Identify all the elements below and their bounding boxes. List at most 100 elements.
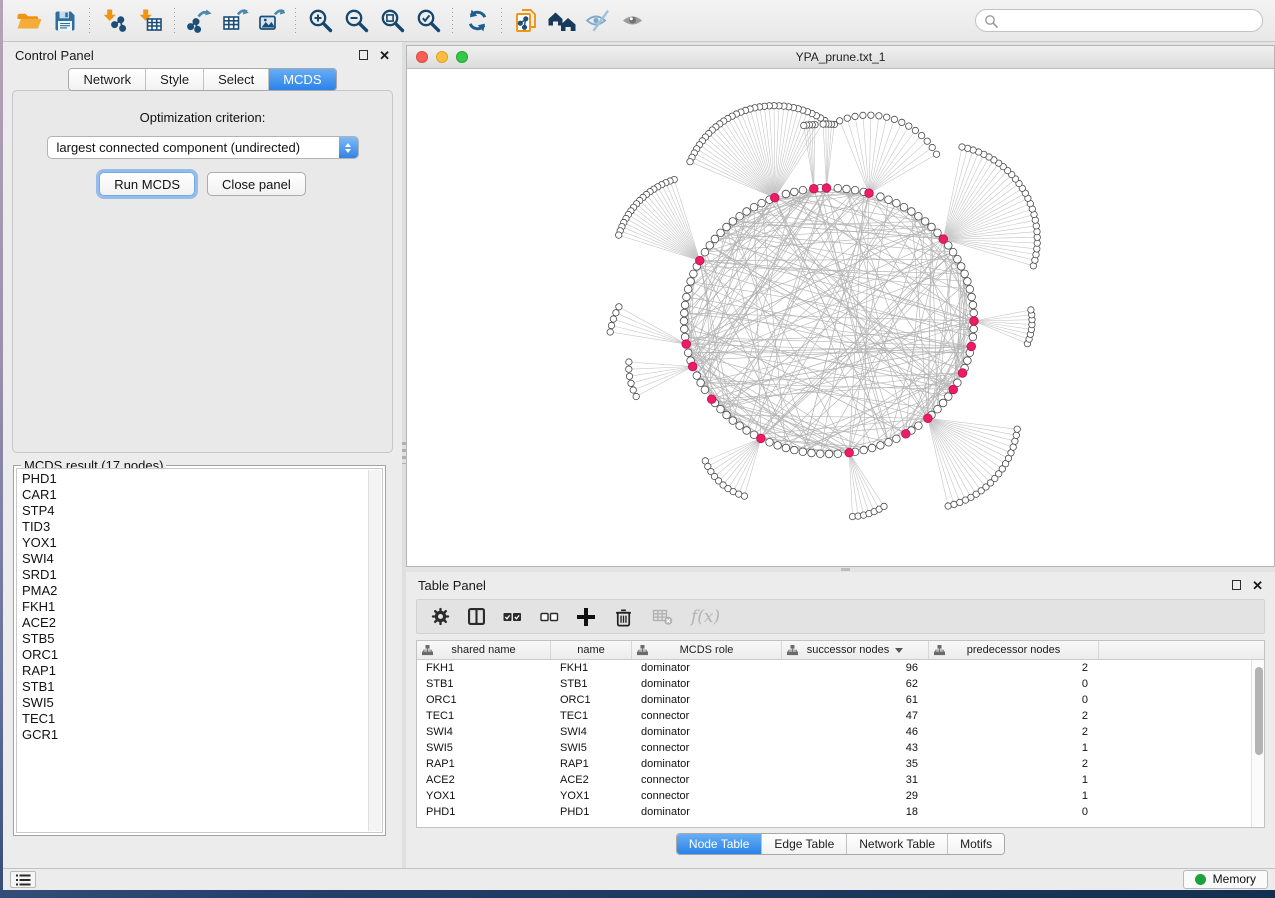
list-icon: [16, 874, 31, 886]
close-panel-icon[interactable]: ✕: [379, 49, 390, 62]
table-row[interactable]: YOX1YOX1connector291: [417, 788, 1264, 804]
mcds-result-item[interactable]: YOX1: [22, 535, 366, 551]
task-history-button[interactable]: [10, 871, 36, 888]
refresh-button[interactable]: [459, 5, 495, 37]
mcds-result-item[interactable]: TEC1: [22, 711, 366, 727]
export-image-button[interactable]: [253, 5, 289, 37]
table-row[interactable]: TEC1TEC1connector472: [417, 708, 1264, 724]
mcds-result-item[interactable]: PHD1: [22, 471, 366, 487]
float-panel-icon[interactable]: [359, 50, 368, 60]
column-type-icon: [422, 645, 433, 659]
mcds-result-item[interactable]: ORC1: [22, 647, 366, 663]
tab-mcds[interactable]: MCDS: [268, 69, 335, 90]
table-scrollbar-thumb[interactable]: [1255, 667, 1263, 755]
mcds-result-item[interactable]: TID3: [22, 519, 366, 535]
clone-network-button[interactable]: [508, 5, 544, 37]
delete-table-icon[interactable]: [652, 607, 673, 626]
mcds-result-item[interactable]: STB5: [22, 631, 366, 647]
table-row[interactable]: SWI4SWI4dominator462: [417, 724, 1264, 740]
close-panel-icon[interactable]: ✕: [1252, 579, 1263, 592]
zoom-out-button[interactable]: [338, 5, 374, 37]
eye-slash-button[interactable]: [580, 5, 616, 37]
table-row[interactable]: SWI5SWI5connector431: [417, 740, 1264, 756]
table-cell: YOX1: [417, 790, 551, 802]
import-table-button[interactable]: [132, 5, 168, 37]
vertical-splitter[interactable]: [402, 42, 406, 868]
function-icon[interactable]: f(x): [691, 607, 720, 627]
column-header-name[interactable]: name: [551, 641, 632, 659]
save-session-button[interactable]: [47, 5, 83, 37]
table-row[interactable]: RAP1RAP1dominator352: [417, 756, 1264, 772]
mcds-result-item[interactable]: CAR1: [22, 487, 366, 503]
zoom-selected-button[interactable]: [410, 5, 446, 37]
column-header-predecessor-nodes[interactable]: predecessor nodes: [929, 641, 1099, 659]
tab-network-table[interactable]: Network Table: [846, 834, 947, 854]
table-row[interactable]: ACE2ACE2connector311: [417, 772, 1264, 788]
tab-node-table[interactable]: Node Table: [677, 834, 762, 854]
table-cell: connector: [632, 742, 782, 754]
table-row[interactable]: PHD1PHD1dominator180: [417, 804, 1264, 820]
tab-style[interactable]: Style: [145, 69, 203, 90]
close-panel-button[interactable]: Close panel: [207, 172, 306, 196]
column-header-mcds-role[interactable]: MCDS role: [632, 641, 782, 659]
horizontal-splitter[interactable]: [406, 567, 1275, 572]
export-table-button[interactable]: [217, 5, 253, 37]
mcds-result-item[interactable]: SRD1: [22, 567, 366, 583]
table-cell: dominator: [632, 678, 782, 690]
trash-icon[interactable]: [613, 606, 634, 628]
run-mcds-button[interactable]: Run MCDS: [99, 172, 195, 196]
import-network-button[interactable]: [96, 5, 132, 37]
table-scrollbar[interactable]: [1251, 660, 1264, 827]
mcds-result-item[interactable]: FKH1: [22, 599, 366, 615]
tab-network[interactable]: Network: [69, 69, 145, 90]
mcds-list-scrollbar[interactable]: [368, 470, 381, 831]
open-file-button[interactable]: [11, 5, 47, 37]
mcds-result-item[interactable]: STP4: [22, 503, 366, 519]
column-header-label: MCDS role: [680, 644, 734, 656]
add-icon[interactable]: [577, 608, 595, 626]
zoom-in-button[interactable]: [302, 5, 338, 37]
clone-network-icon: [514, 8, 538, 34]
mcds-result-item[interactable]: PMA2: [22, 583, 366, 599]
columns-icon[interactable]: [468, 608, 485, 625]
tab-motifs[interactable]: Motifs: [947, 834, 1004, 854]
gear-icon[interactable]: [431, 607, 450, 626]
network-graph: [407, 69, 1274, 561]
network-window-titlebar[interactable]: YPA_prune.txt_1: [407, 46, 1274, 69]
table-cell: TEC1: [551, 710, 632, 722]
tab-edge-table[interactable]: Edge Table: [761, 834, 846, 854]
export-network-button[interactable]: [181, 5, 217, 37]
mcds-result-item[interactable]: RAP1: [22, 663, 366, 679]
toolbar-separator: [174, 8, 175, 34]
criterion-dropdown[interactable]: largest connected component (undirected): [47, 136, 359, 159]
column-type-icon: [934, 645, 945, 659]
network-canvas[interactable]: [407, 69, 1274, 566]
two-houses-button[interactable]: [544, 5, 580, 37]
mcds-result-item[interactable]: STB1: [22, 679, 366, 695]
table-row[interactable]: STB1STB1dominator620: [417, 676, 1264, 692]
float-panel-icon[interactable]: [1232, 580, 1241, 590]
mcds-result-item[interactable]: GCR1: [22, 727, 366, 743]
control-panel-title: Control Panel: [15, 48, 94, 63]
table-cell: 1: [929, 774, 1099, 786]
mcds-result-list[interactable]: PHD1CAR1STP4TID3YOX1SWI4SRD1PMA2FKH1ACE2…: [16, 468, 383, 833]
memory-button[interactable]: Memory: [1183, 870, 1268, 889]
deselect-all-icon[interactable]: [540, 610, 559, 624]
table-row[interactable]: ORC1ORC1dominator610: [417, 692, 1264, 708]
zoom-fit-button[interactable]: [374, 5, 410, 37]
tab-select[interactable]: Select: [203, 69, 268, 90]
column-header-shared-name[interactable]: shared name: [417, 641, 551, 659]
zoom-fit-icon: [380, 8, 405, 33]
table-cell: connector: [632, 790, 782, 802]
mcds-result-item[interactable]: SWI5: [22, 695, 366, 711]
eye-button[interactable]: [616, 5, 652, 37]
select-all-icon[interactable]: [503, 610, 522, 624]
table-row[interactable]: FKH1FKH1dominator962: [417, 660, 1264, 676]
mcds-result-item[interactable]: ACE2: [22, 615, 366, 631]
search-input[interactable]: [1003, 10, 1262, 31]
table-panel-header: Table Panel ✕: [406, 572, 1275, 598]
mcds-result-item[interactable]: SWI4: [22, 551, 366, 567]
toolbar-separator: [452, 8, 453, 34]
column-header-successor-nodes[interactable]: successor nodes: [782, 641, 929, 659]
column-header-label: shared name: [451, 644, 515, 656]
